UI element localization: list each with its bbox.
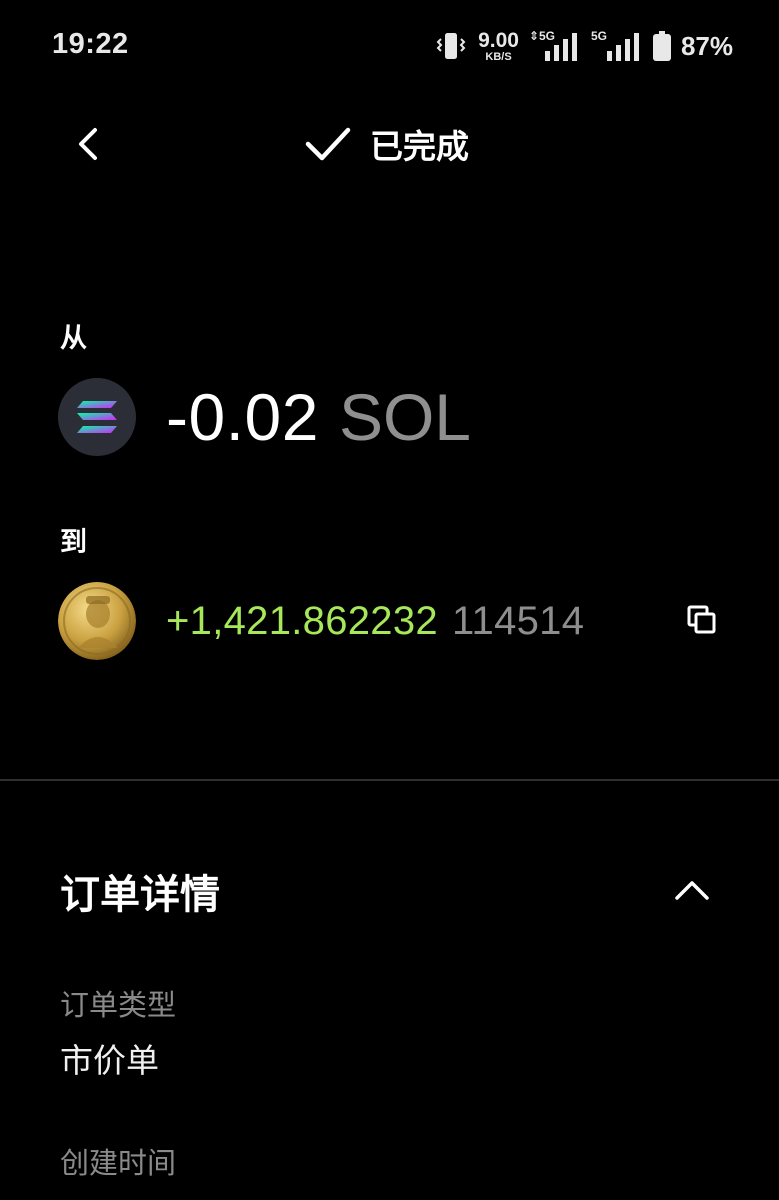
order-type-value: 市价单 xyxy=(60,1042,159,1079)
from-label: 从 xyxy=(60,323,87,353)
to-row: +1,421.862232 114514 xyxy=(58,582,584,660)
battery-icon xyxy=(652,31,671,61)
section-divider xyxy=(0,779,779,781)
created-time-label: 创建时间 xyxy=(60,1148,177,1180)
to-amount: +1,421.862232 xyxy=(166,598,438,643)
network-speed: 9.00 KB/S xyxy=(478,30,519,63)
order-details-title: 订单详情 xyxy=(60,873,220,917)
check-icon xyxy=(305,127,351,161)
solana-logo-icon xyxy=(58,378,136,456)
transaction-detail-screen: 19:22 9.00 KB/S ⇕5G 5G 87% 已完成 从 -0.02 S… xyxy=(0,0,779,1200)
status-title-text: 已完成 xyxy=(370,128,469,165)
status-time: 19:22 xyxy=(52,28,129,60)
signal-indicator-1: ⇕5G xyxy=(529,29,581,63)
header: 已完成 xyxy=(0,100,779,186)
network-speed-value: 9.00 xyxy=(478,28,519,52)
to-symbol: 114514 xyxy=(451,598,585,643)
status-indicators: 9.00 KB/S ⇕5G 5G 87% xyxy=(434,26,733,66)
network-speed-unit: KB/S xyxy=(485,50,512,63)
order-type-label: 订单类型 xyxy=(60,990,177,1022)
vibrate-icon xyxy=(436,33,466,59)
signal-2-tag: 5G xyxy=(590,29,607,43)
status-title: 已完成 xyxy=(304,120,469,168)
order-details-collapse-button[interactable] xyxy=(668,866,716,914)
chevron-left-icon xyxy=(79,128,97,160)
copy-icon xyxy=(687,605,716,634)
signal-bars-icon xyxy=(544,33,577,61)
token-coin-logo-icon xyxy=(58,582,136,660)
status-bar: 19:22 9.00 KB/S ⇕5G 5G 87% xyxy=(0,0,779,92)
from-amount: -0.02 xyxy=(166,380,319,454)
back-button[interactable] xyxy=(62,118,114,170)
signal-indicator-2: 5G xyxy=(591,29,643,63)
signal-bars-icon xyxy=(606,33,639,61)
to-label: 到 xyxy=(60,527,87,557)
battery-percent: 87% xyxy=(680,30,733,61)
chevron-up-icon xyxy=(675,881,709,900)
from-symbol: SOL xyxy=(338,380,472,454)
copy-button[interactable] xyxy=(682,600,722,640)
from-row: -0.02 SOL xyxy=(58,378,471,456)
